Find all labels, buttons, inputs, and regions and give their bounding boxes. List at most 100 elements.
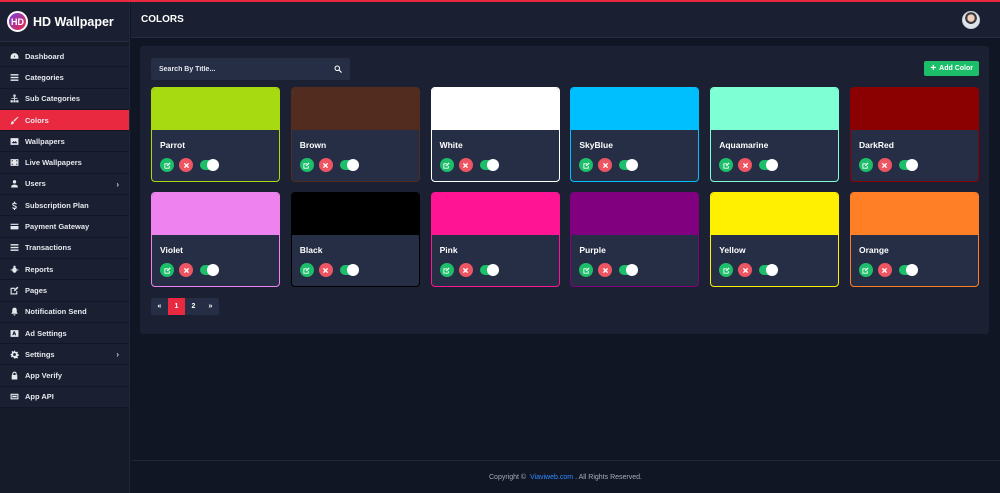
sidebar-item-app-verify[interactable]: App Verify (0, 365, 129, 387)
status-toggle[interactable] (898, 159, 918, 171)
pagination-page[interactable]: 1 (168, 298, 185, 315)
sidebar-item-label: Notification Send (25, 307, 87, 317)
sidebar-item-wallpapers[interactable]: Wallpapers (0, 131, 129, 153)
edit-button[interactable] (719, 263, 734, 277)
status-toggle[interactable] (479, 159, 499, 171)
edit-button[interactable] (579, 263, 594, 277)
delete-button[interactable] (458, 158, 473, 172)
card-actions (858, 158, 978, 172)
toggle-knob (207, 159, 219, 171)
sidebar-item-notification-send[interactable]: Notification Send (0, 301, 129, 323)
card-actions (719, 263, 838, 277)
edit-button[interactable] (160, 158, 174, 172)
avatar[interactable] (962, 11, 980, 29)
pagination-next[interactable]: » (202, 298, 219, 315)
edit-button[interactable] (299, 158, 314, 172)
color-name: SkyBlue (579, 140, 613, 150)
search-icon[interactable] (334, 65, 342, 73)
color-name: Purple (579, 245, 606, 255)
sidebar-item-app-api[interactable]: App API (0, 386, 129, 409)
footer-link[interactable]: Viaviweb.com (530, 474, 573, 481)
footer-copyright: Copyright © (489, 473, 527, 481)
edit-button[interactable] (858, 263, 873, 277)
delete-button[interactable] (877, 158, 892, 172)
users-icon (9, 179, 19, 189)
delete-button[interactable] (738, 158, 753, 172)
brand[interactable]: HD HD Wallpaper (0, 2, 129, 42)
status-toggle[interactable] (339, 264, 359, 276)
color-grid: Parrot Brown White SkyBlue Aquamarine DarkRed… (151, 87, 979, 287)
status-toggle[interactable] (898, 264, 918, 276)
sidebar-item-label: Settings (25, 349, 55, 359)
delete-button[interactable] (598, 158, 613, 172)
status-toggle[interactable] (759, 159, 779, 171)
sidebar-item-label: Subscription Plan (25, 200, 89, 210)
close-icon (183, 267, 189, 273)
edit-button[interactable] (160, 263, 174, 277)
edit-button[interactable] (858, 158, 873, 172)
sidebar-item-colors[interactable]: Colors (0, 109, 129, 132)
sidebar-item-payment-gateway[interactable]: Payment Gateway (0, 216, 129, 238)
edit-button[interactable] (439, 158, 454, 172)
app-title: HD Wallpaper (33, 14, 114, 29)
add-color-button[interactable]: + Add Color (924, 61, 979, 76)
sidebar-item-live-wallpapers[interactable]: Live Wallpapers (0, 152, 129, 174)
search-input[interactable] (151, 65, 326, 73)
toggle-knob (905, 264, 918, 276)
status-toggle[interactable] (200, 159, 219, 171)
page-title: COLORS (141, 14, 184, 25)
sidebar-item-dashboard[interactable]: Dashboard (0, 46, 129, 68)
color-name: Parrot (160, 140, 186, 150)
color-swatch (152, 88, 279, 130)
sidebar-item-label: Sub Categories (25, 94, 81, 104)
edit-icon (583, 266, 590, 274)
list-icon (9, 243, 19, 253)
bell-icon (9, 307, 19, 317)
bug-icon (9, 264, 19, 274)
status-toggle[interactable] (619, 264, 639, 276)
sidebar-item-reports[interactable]: Reports (0, 258, 129, 281)
sidebar-item-label: Wallpapers (25, 136, 65, 146)
search-box (151, 58, 350, 80)
delete-button[interactable] (877, 263, 892, 277)
sidebar-item-categories[interactable]: Categories (0, 67, 129, 89)
sidebar-item-pages[interactable]: Pages (0, 280, 129, 302)
delete-button[interactable] (318, 158, 333, 172)
pagination-prev[interactable]: « (151, 298, 168, 315)
header: COLORS (131, 2, 1000, 38)
lock-icon (9, 371, 19, 381)
edit-icon (443, 161, 450, 169)
sidebar-item-sub-categories[interactable]: Sub Categories (0, 88, 129, 110)
color-card: Black (290, 192, 420, 287)
delete-button[interactable] (179, 263, 193, 277)
list-icon (9, 72, 19, 82)
delete-button[interactable] (458, 263, 473, 277)
edit-button[interactable] (439, 263, 454, 277)
pagination-page[interactable]: 2 (185, 298, 202, 315)
card-actions (299, 158, 419, 172)
edit-button[interactable] (719, 158, 734, 172)
status-toggle[interactable] (759, 264, 779, 276)
sidebar-item-users[interactable]: Users › (0, 173, 129, 196)
delete-button[interactable] (318, 263, 333, 277)
api-icon (9, 392, 19, 402)
delete-button[interactable] (598, 263, 613, 277)
close-icon (323, 267, 329, 273)
sidebar-item-ad-settings[interactable]: Ad Settings (0, 322, 129, 345)
sidebar-nav: Dashboard Categories Sub Categories Colors W… (0, 46, 129, 409)
dashboard-icon (9, 51, 19, 61)
delete-button[interactable] (179, 158, 193, 172)
edit-icon (862, 266, 870, 274)
close-icon (602, 267, 608, 273)
sidebar-item-transactions[interactable]: Transactions (0, 237, 129, 259)
sidebar-item-settings[interactable]: Settings › (0, 344, 129, 366)
toggle-knob (626, 264, 639, 276)
status-toggle[interactable] (339, 159, 359, 171)
status-toggle[interactable] (200, 264, 219, 276)
status-toggle[interactable] (479, 264, 499, 276)
delete-button[interactable] (738, 263, 753, 277)
status-toggle[interactable] (619, 159, 639, 171)
edit-button[interactable] (299, 263, 314, 277)
edit-button[interactable] (579, 158, 594, 172)
sidebar-item-subscription-plan[interactable]: Subscription Plan (0, 195, 129, 217)
